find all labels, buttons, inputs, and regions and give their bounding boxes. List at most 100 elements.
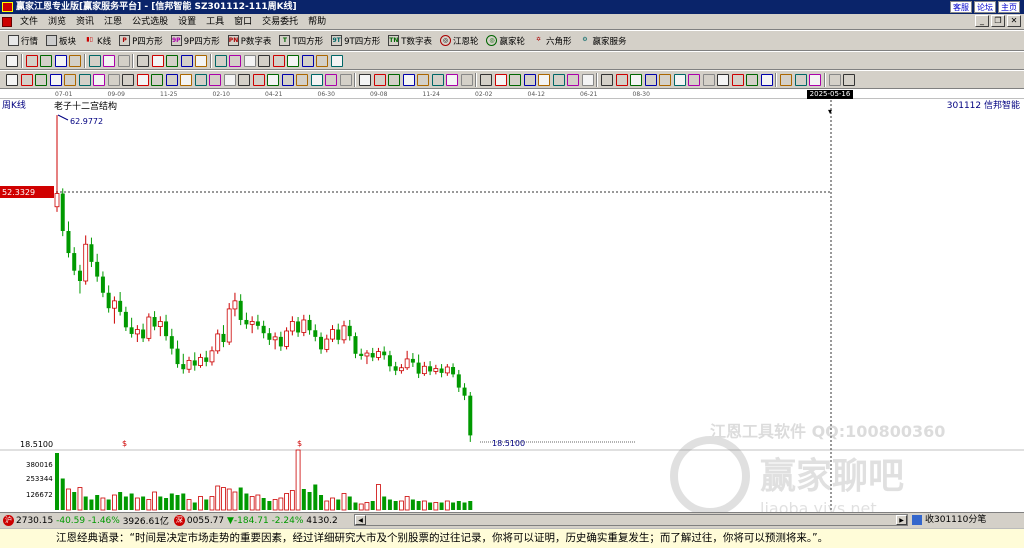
candle-body[interactable] xyxy=(95,261,100,277)
analysis-tool-2-icon[interactable] xyxy=(20,74,33,86)
candle-body[interactable] xyxy=(175,348,180,365)
analysis-tool-13-icon[interactable] xyxy=(180,74,192,86)
candle-body[interactable] xyxy=(244,319,249,325)
analysis-tool-28-icon[interactable] xyxy=(402,74,415,86)
analysis-tool-53-icon[interactable] xyxy=(780,74,792,86)
candle-body[interactable] xyxy=(376,351,381,358)
drawing-tool-10-icon[interactable] xyxy=(151,55,164,67)
drawing-tool-1-icon[interactable] xyxy=(6,55,18,67)
analysis-tool-1-icon[interactable] xyxy=(6,74,18,86)
drawing-tool-19-icon[interactable] xyxy=(287,55,299,67)
drawing-tool-13-icon[interactable] xyxy=(195,55,207,67)
hexagon-button[interactable]: ✡ 六角形 xyxy=(529,32,576,50)
candle-body[interactable] xyxy=(398,367,404,372)
analysis-tool-6-icon[interactable] xyxy=(78,74,91,86)
menu-help[interactable]: 帮助 xyxy=(303,14,331,30)
kline-chart-svg[interactable]: ▾ 52.3329 周K线 301112 信邦智能 老子十二宫结构 江恩工具软件… xyxy=(0,99,1024,518)
candle-body[interactable] xyxy=(106,292,111,309)
analysis-tool-5-icon[interactable] xyxy=(64,74,76,86)
candle-body[interactable] xyxy=(313,330,318,337)
p-number-table-button[interactable]: PN P数字表 xyxy=(224,32,276,50)
candle-body[interactable] xyxy=(83,243,89,282)
menu-gann[interactable]: 江恩 xyxy=(99,14,127,30)
analysis-tool-16-icon[interactable] xyxy=(223,74,236,86)
menu-trade[interactable]: 交易委托 xyxy=(257,14,303,30)
analysis-tool-39-icon[interactable] xyxy=(567,74,579,86)
forum-link[interactable]: 论坛 xyxy=(974,1,996,13)
analysis-tool-3-icon[interactable] xyxy=(35,74,47,86)
menu-settings[interactable]: 设置 xyxy=(173,14,201,30)
candle-body[interactable] xyxy=(204,357,209,362)
analysis-tool-23-icon[interactable] xyxy=(325,74,337,86)
candle-body[interactable] xyxy=(267,333,272,340)
candle-body[interactable] xyxy=(284,330,290,347)
candle-body[interactable] xyxy=(249,321,255,325)
candle-body[interactable] xyxy=(278,336,283,347)
candle-body[interactable] xyxy=(336,329,341,340)
candle-body[interactable] xyxy=(232,300,238,310)
candle-body[interactable] xyxy=(141,329,146,339)
winner-wheel-button[interactable]: ◎ 赢家轮 xyxy=(482,32,529,50)
9t-square-button[interactable]: 9T 9T四方形 xyxy=(327,32,384,50)
candle-body[interactable] xyxy=(60,193,65,232)
candle-body[interactable] xyxy=(364,352,370,357)
candle-body[interactable] xyxy=(421,365,427,375)
analysis-tool-49-icon[interactable] xyxy=(717,74,729,86)
candle-body[interactable] xyxy=(428,366,433,372)
analysis-tool-11-icon[interactable] xyxy=(151,74,163,86)
candle-body[interactable] xyxy=(209,350,215,363)
winner-service-button[interactable]: ⚙ 赢家服务 xyxy=(576,32,631,50)
analysis-tool-46-icon[interactable] xyxy=(673,74,686,86)
candle-body[interactable] xyxy=(289,321,295,332)
candle-body[interactable] xyxy=(54,193,60,208)
analysis-tool-40-icon[interactable] xyxy=(581,74,594,86)
analysis-tool-21-icon[interactable] xyxy=(296,74,308,86)
candle-body[interactable] xyxy=(404,358,410,369)
candle-body[interactable] xyxy=(439,368,444,373)
analysis-tool-56-icon[interactable] xyxy=(828,74,841,86)
analysis-tool-10-icon[interactable] xyxy=(136,74,149,86)
drawing-tool-14-icon[interactable] xyxy=(214,55,227,67)
analysis-tool-52-icon[interactable] xyxy=(760,74,773,86)
candle-body[interactable] xyxy=(192,360,197,366)
analysis-tool-17-icon[interactable] xyxy=(238,74,250,86)
candle-body[interactable] xyxy=(118,300,123,312)
service-link[interactable]: 客服 xyxy=(950,1,972,13)
menu-window[interactable]: 窗口 xyxy=(229,14,257,30)
drawing-tool-7-icon[interactable] xyxy=(103,55,115,67)
analysis-tool-9-icon[interactable] xyxy=(122,74,134,86)
analysis-tool-19-icon[interactable] xyxy=(267,74,279,86)
menu-formula-screen[interactable]: 公式选股 xyxy=(127,14,173,30)
sz-index[interactable]: 深 0055.77 ▼-184.71 -2.24% 4130.2 xyxy=(171,514,340,528)
candle-body[interactable] xyxy=(341,325,347,341)
candle-body[interactable] xyxy=(112,300,117,309)
p-square-button[interactable]: P P四方形 xyxy=(115,32,167,50)
candle-body[interactable] xyxy=(347,325,352,337)
candle-body[interactable] xyxy=(416,362,421,374)
candle-body[interactable] xyxy=(468,395,473,436)
analysis-tool-22-icon[interactable] xyxy=(310,74,323,86)
analysis-tool-4-icon[interactable] xyxy=(49,74,62,86)
analysis-tool-50-icon[interactable] xyxy=(731,74,744,86)
candle-body[interactable] xyxy=(261,325,266,334)
candle-body[interactable] xyxy=(330,329,335,340)
candle-body[interactable] xyxy=(433,368,439,372)
menu-news[interactable]: 资讯 xyxy=(71,14,99,30)
candle-body[interactable] xyxy=(255,321,260,326)
kline-chart[interactable]: ▾ 52.3329 周K线 301112 信邦智能 老子十二宫结构 江恩工具软件… xyxy=(0,99,1024,518)
analysis-tool-14-icon[interactable] xyxy=(194,74,207,86)
gann-wheel-button[interactable]: ◎ 江恩轮 xyxy=(436,32,483,50)
restore-icon[interactable]: ❐ xyxy=(991,15,1005,27)
candle-body[interactable] xyxy=(393,366,398,371)
analysis-tool-33-icon[interactable] xyxy=(480,74,492,86)
analysis-tool-30-icon[interactable] xyxy=(431,74,444,86)
analysis-tool-15-icon[interactable] xyxy=(209,74,221,86)
drawing-tool-4-icon[interactable] xyxy=(54,55,67,67)
analysis-tool-18-icon[interactable] xyxy=(252,74,265,86)
analysis-tool-48-icon[interactable] xyxy=(702,74,715,86)
analysis-tool-42-icon[interactable] xyxy=(615,74,628,86)
minimize-icon[interactable]: _ xyxy=(975,15,989,27)
analysis-tool-35-icon[interactable] xyxy=(509,74,521,86)
candle-body[interactable] xyxy=(186,359,192,370)
analysis-tool-27-icon[interactable] xyxy=(388,74,400,86)
